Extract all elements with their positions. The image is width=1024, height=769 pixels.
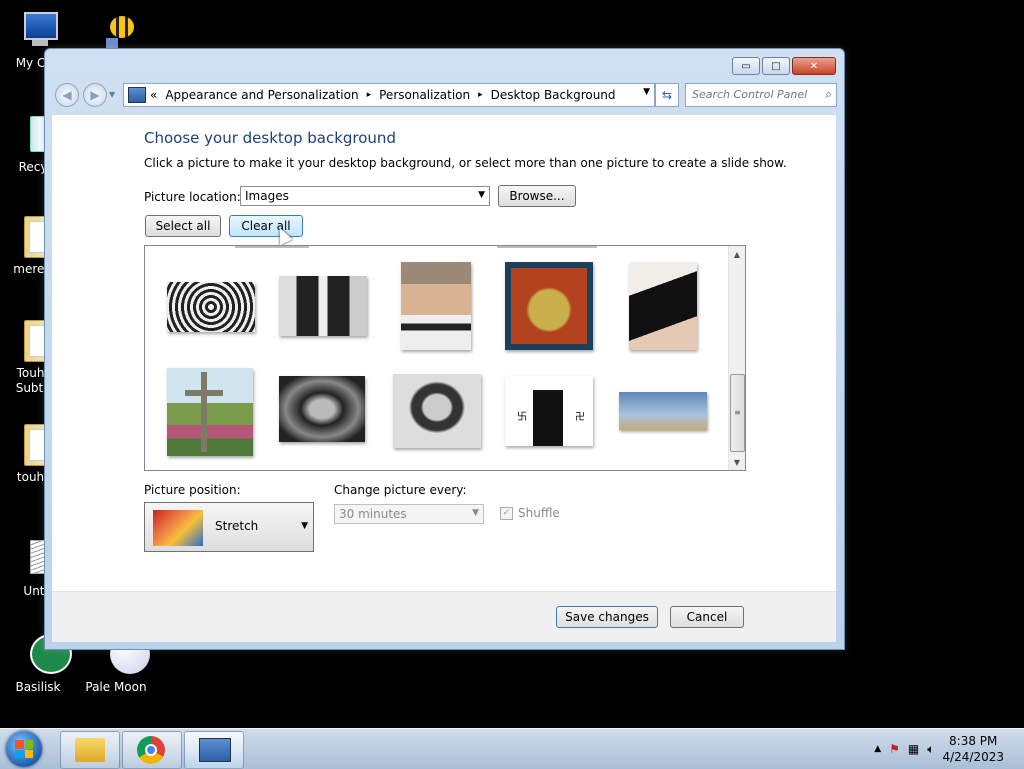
dropdown-arrow-icon: ▼	[478, 190, 485, 200]
breadcrumb-desktop-background[interactable]: Desktop Background	[491, 88, 616, 102]
page-description: Click a picture to make it your desktop …	[144, 156, 787, 170]
taskbar-control-panel[interactable]	[184, 731, 244, 769]
save-changes-button[interactable]: Save changes	[556, 606, 658, 628]
taskbar-explorer[interactable]	[60, 731, 120, 769]
breadcrumb-separator-icon[interactable]: ▸	[478, 90, 483, 100]
bee-icon	[96, 8, 140, 52]
address-bar[interactable]: « Appearance and Personalization ▸ Perso…	[123, 83, 655, 107]
clock[interactable]: 8:38 PM 4/24/2023	[942, 733, 1004, 765]
clock-date: 4/24/2023	[942, 750, 1004, 764]
picture-thumbnail[interactable]	[401, 262, 471, 350]
picture-location-dropdown[interactable]: Images ▼	[240, 186, 490, 206]
taskbar-chrome[interactable]	[122, 731, 182, 769]
picture-position-dropdown[interactable]: Stretch ▼	[144, 502, 314, 552]
action-center-icon[interactable]: ⚑	[889, 742, 900, 756]
select-all-button[interactable]: Select all	[145, 215, 221, 237]
minimize-button[interactable]: ▭	[732, 57, 760, 75]
picture-position-value: Stretch	[215, 519, 259, 533]
forward-button[interactable]: ▶	[83, 83, 107, 107]
change-picture-value: 30 minutes	[339, 507, 407, 521]
search-icon[interactable]: ⌕	[825, 87, 832, 102]
content-pane: Choose your desktop background Click a p…	[52, 115, 836, 591]
control-panel-icon	[128, 87, 146, 103]
windows-logo-icon	[15, 740, 33, 758]
cancel-button[interactable]: Cancel	[670, 606, 744, 628]
picture-thumbnail[interactable]	[167, 282, 255, 332]
search-input[interactable]	[686, 84, 816, 104]
back-button[interactable]: ◀	[55, 83, 79, 107]
change-picture-label: Change picture every:	[334, 483, 467, 497]
recent-pages-icon[interactable]: ▼	[109, 90, 115, 99]
show-hidden-icons-icon[interactable]: ▲	[874, 744, 881, 754]
shuffle-checkbox: ✓ Shuffle	[500, 506, 560, 520]
control-panel-icon	[199, 738, 231, 762]
picture-thumbnail[interactable]	[279, 376, 365, 442]
scroll-down-icon[interactable]: ▼	[729, 454, 745, 470]
picture-location-value: Images	[245, 189, 289, 203]
scroll-thumb[interactable]: ≡	[730, 374, 745, 452]
picture-thumbnail[interactable]	[167, 368, 253, 456]
picture-thumbnail[interactable]	[505, 262, 593, 350]
picture-thumbnail[interactable]	[629, 262, 697, 350]
flower-preview-icon	[153, 510, 203, 546]
picture-position-label: Picture position:	[144, 483, 241, 497]
system-tray: ▲ ⚑ ▦ 🔈︎ 8:38 PM 4/24/2023	[874, 733, 1004, 765]
navigation-bar: ◀ ▶ ▼ « Appearance and Personalization ▸…	[53, 82, 837, 108]
address-dropdown-icon[interactable]: ▼	[643, 87, 650, 97]
breadcrumb-personalization[interactable]: Personalization	[379, 88, 470, 102]
picture-thumbnail[interactable]: 卐 卍	[505, 376, 593, 446]
dropdown-arrow-icon: ▼	[301, 521, 308, 531]
clear-all-button[interactable]: Clear all	[229, 215, 303, 237]
folder-icon	[75, 738, 105, 762]
start-button[interactable]	[6, 731, 42, 767]
computer-icon	[16, 8, 60, 52]
gallery-scrollbar[interactable]: ▲ ≡ ▼	[728, 246, 745, 470]
search-box[interactable]: ⌕	[685, 83, 837, 107]
scroll-up-icon[interactable]: ▲	[729, 246, 745, 262]
checkbox-check-icon: ✓	[500, 506, 513, 520]
desktop-background-window: ▭ □ ✕ ◀ ▶ ▼ « Appearance and Personaliza…	[44, 48, 845, 650]
page-title: Choose your desktop background	[144, 129, 396, 147]
picture-location-label: Picture location:	[144, 190, 241, 204]
volume-muted-icon[interactable]: 🔈︎	[927, 742, 934, 757]
taskbar: ▲ ⚑ ▦ 🔈︎ 8:38 PM 4/24/2023	[0, 728, 1024, 769]
breadcrumb-separator-icon[interactable]: ▸	[367, 90, 372, 100]
footer-bar: Save changes Cancel	[52, 591, 836, 642]
refresh-button[interactable]: ⇆	[655, 83, 679, 107]
browse-button[interactable]: Browse...	[498, 185, 576, 207]
picture-thumbnail[interactable]	[279, 276, 367, 336]
dropdown-arrow-icon: ▼	[472, 508, 479, 518]
breadcrumb-appearance[interactable]: Appearance and Personalization	[165, 88, 358, 102]
window-controls: ▭ □ ✕	[732, 57, 836, 75]
clock-time: 8:38 PM	[949, 734, 998, 748]
maximize-button[interactable]: □	[762, 57, 790, 75]
change-picture-dropdown: 30 minutes ▼	[334, 504, 484, 524]
shuffle-label: Shuffle	[518, 506, 560, 520]
desktop-icon-label: Basilisk	[15, 680, 61, 694]
chrome-icon	[137, 736, 165, 764]
network-icon[interactable]: ▦	[908, 742, 919, 756]
desktop-icon-label: Pale Moon	[85, 680, 147, 694]
address-prefix[interactable]: «	[150, 88, 157, 102]
picture-thumbnail[interactable]	[619, 392, 707, 430]
close-button[interactable]: ✕	[792, 57, 836, 75]
picture-gallery: 卐 卍 ▲ ≡ ▼	[144, 245, 746, 471]
picture-thumbnail[interactable]	[393, 374, 481, 448]
